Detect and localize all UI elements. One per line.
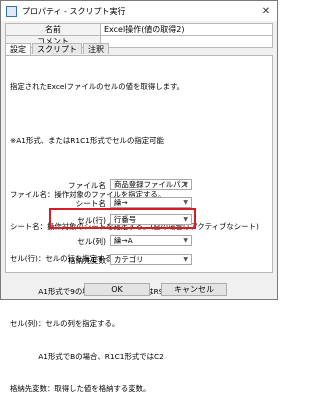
property-label: 名前 xyxy=(5,23,101,36)
comment-field[interactable] xyxy=(100,35,273,48)
app-icon xyxy=(6,5,17,17)
close-icon[interactable]: ✕ xyxy=(259,4,273,18)
tab-annotation[interactable]: 注釈 xyxy=(83,43,109,54)
cell-column-label: セル(列) xyxy=(77,237,106,246)
sheet-name-select[interactable]: 繰→ ▼ xyxy=(110,197,192,208)
cell-column-select[interactable]: 繰→A ▼ xyxy=(110,235,192,246)
sheet-name-value: 繰→ xyxy=(114,198,128,207)
tab-script[interactable]: スクリプト xyxy=(32,43,82,54)
window-title: プロパティ - スクリプト実行 xyxy=(22,6,126,16)
properties-dialog: プロパティ - スクリプト実行 ✕ 名前 Excel操作(値の取得2) コメント… xyxy=(0,0,278,393)
description-line: A1形式でBの場合、R1C1形式ではC2 xyxy=(10,351,164,361)
settings-panel: 指定されたExcelファイルのセルの値を取得します。 ※A1形式、またはR1C1… xyxy=(5,55,273,393)
tab-settings[interactable]: 設定 xyxy=(5,43,31,55)
file-name-label: ファイル名 xyxy=(68,181,106,190)
description-line: セル(列)：セルの列を指定する。 xyxy=(10,319,120,329)
ok-button[interactable]: OK xyxy=(84,283,150,296)
chevron-down-icon: ▼ xyxy=(183,181,188,188)
cell-column-value: 繰→A xyxy=(114,236,133,245)
property-row: 名前 Excel操作(値の取得2) xyxy=(5,23,273,36)
target-variable-value: カテゴリ xyxy=(114,255,144,264)
tab-bar: 設定 スクリプト 注釈 xyxy=(5,43,110,55)
file-name-value: 商品登録ファイルパス xyxy=(114,180,188,189)
description-line: 格納先変数：取得した値を格納する変数。 xyxy=(10,383,151,393)
highlight-box xyxy=(49,208,196,229)
target-variable-select[interactable]: カテゴリ ▼ xyxy=(110,254,192,265)
name-field[interactable]: Excel操作(値の取得2) xyxy=(100,23,273,36)
title-bar: プロパティ - スクリプト実行 ✕ xyxy=(1,1,277,21)
description-line: 指定されたExcelファイルのセルの値を取得します。 xyxy=(10,81,185,91)
file-name-select[interactable]: 商品登録ファイルパス ▼ xyxy=(110,179,192,190)
cancel-button[interactable]: キャンセル xyxy=(161,283,227,296)
target-variable-label: 格納先変数 xyxy=(68,256,106,265)
description-line: ※A1形式、またはR1C1形式でセルの指定可能 xyxy=(10,135,164,145)
chevron-down-icon: ▼ xyxy=(183,199,188,206)
chevron-down-icon: ▼ xyxy=(183,256,188,263)
chevron-down-icon: ▼ xyxy=(183,237,188,244)
